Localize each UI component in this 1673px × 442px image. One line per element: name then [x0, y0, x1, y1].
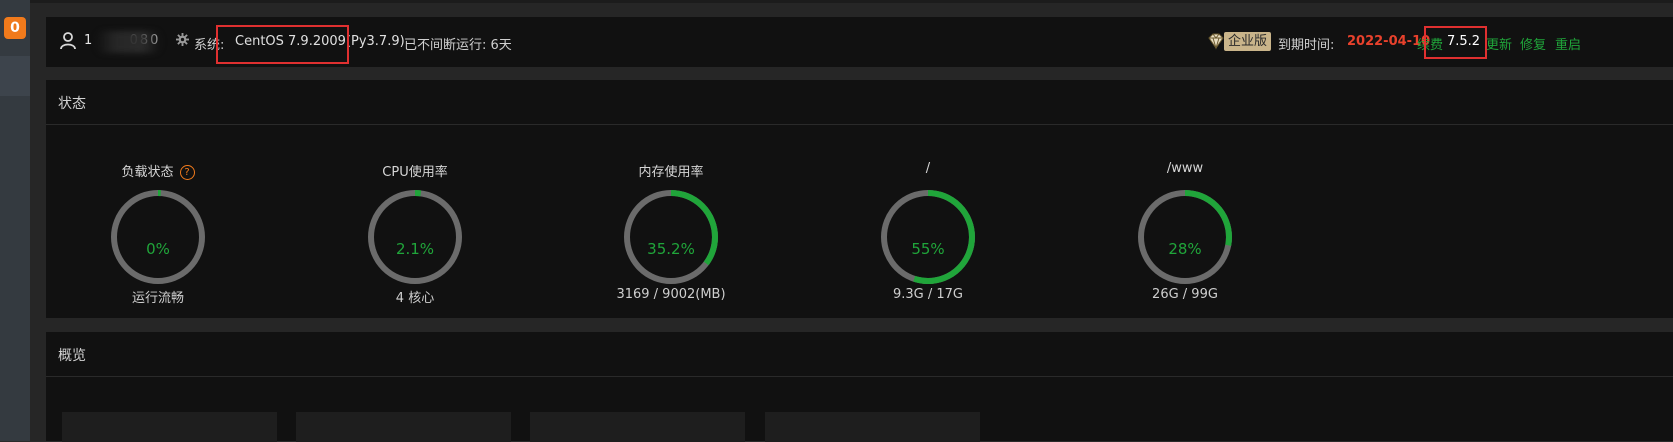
- gauge-4[interactable]: /www 28% 26G / 99G: [1105, 152, 1265, 312]
- edition-label: 企业版: [1224, 31, 1272, 51]
- gauge-subtext: 4 核心: [395, 291, 435, 306]
- gauge-title: CPU使用率: [335, 161, 495, 180]
- overview-title: 概览: [58, 348, 86, 364]
- gear-icon: [176, 33, 189, 46]
- help-icon[interactable]: ?: [179, 165, 195, 180]
- status-panel: 状态 负载状态? 0% 运行流畅 CPU使用率 2.1% 4 核心 内存使用率 35.2% 31…: [46, 80, 1673, 318]
- edition-badge[interactable]: 企业版: [1206, 30, 1272, 52]
- diamond-icon: [1208, 33, 1224, 50]
- repair-link[interactable]: 修复: [1520, 34, 1546, 53]
- gauge-title-text: 负载状态: [121, 165, 174, 180]
- highlight-box-version: [1424, 26, 1487, 59]
- gauge-ring: [111, 190, 205, 284]
- expire-label: 到期时间:: [1278, 38, 1335, 53]
- gauge-value: 35.2%: [647, 240, 695, 258]
- gauge-ring: [881, 190, 975, 284]
- gauge-title-text: 内存使用率: [638, 165, 704, 180]
- gauge-subtext: 运行流畅: [131, 291, 184, 306]
- notification-badge[interactable]: 0: [4, 17, 26, 39]
- main-content: 1 080 系统: CentOS 7.9.2009(Py3.7.9) 已不间断运…: [30, 0, 1673, 442]
- highlight-box-system: [216, 25, 349, 64]
- overview-card[interactable]: [296, 412, 511, 442]
- gauge-2[interactable]: 内存使用率 35.2% 3169 / 9002(MB): [591, 152, 751, 312]
- gauge-title-text: CPU使用率: [382, 165, 448, 180]
- gauge-track: [368, 190, 462, 284]
- gauge-title: /www: [1105, 161, 1265, 176]
- header-bar: 1 080 系统: CentOS 7.9.2009(Py3.7.9) 已不间断运…: [46, 17, 1673, 67]
- sidebar-item-active[interactable]: [0, 56, 30, 96]
- sidebar: 0: [0, 0, 30, 441]
- gauge-title: 内存使用率: [591, 161, 751, 180]
- gauge-ring: [1138, 190, 1232, 284]
- restart-link[interactable]: 重启: [1555, 34, 1581, 53]
- gauge-0[interactable]: 负载状态? 0% 运行流畅: [78, 152, 238, 312]
- update-link[interactable]: 更新: [1486, 34, 1512, 53]
- gauge-1[interactable]: CPU使用率 2.1% 4 核心: [335, 152, 495, 312]
- gauge-value: 2.1%: [395, 240, 435, 258]
- gauge-title: 负载状态?: [78, 161, 238, 180]
- status-title: 状态: [58, 96, 86, 112]
- overview-card[interactable]: [765, 412, 980, 442]
- gauge-title-text: /www: [1166, 161, 1204, 176]
- gauge-subtext: 3169 / 9002(MB): [616, 287, 726, 302]
- overview-card[interactable]: [530, 412, 745, 442]
- gauge-subtext: 9.3G / 17G: [892, 287, 963, 302]
- gauge-3[interactable]: / 55% 9.3G / 17G: [848, 152, 1008, 312]
- gauge-track: [111, 190, 205, 284]
- overview-panel: 概览: [46, 332, 1673, 442]
- overview-card[interactable]: [62, 412, 277, 442]
- gauge-value: 28%: [1168, 240, 1202, 258]
- gauge-value: 55%: [911, 240, 945, 258]
- gauge-ring: [624, 190, 718, 284]
- gauge-ring: [368, 190, 462, 284]
- gauge-value: 0%: [146, 240, 170, 258]
- gauge-title-text: /: [925, 161, 931, 176]
- gauge-subtext: 26G / 99G: [1152, 287, 1218, 302]
- gauge-title: /: [848, 161, 1008, 176]
- username-redaction: [96, 31, 161, 53]
- user-icon: [60, 32, 76, 50]
- uptime-text: 已不间断运行: 6天: [404, 38, 512, 53]
